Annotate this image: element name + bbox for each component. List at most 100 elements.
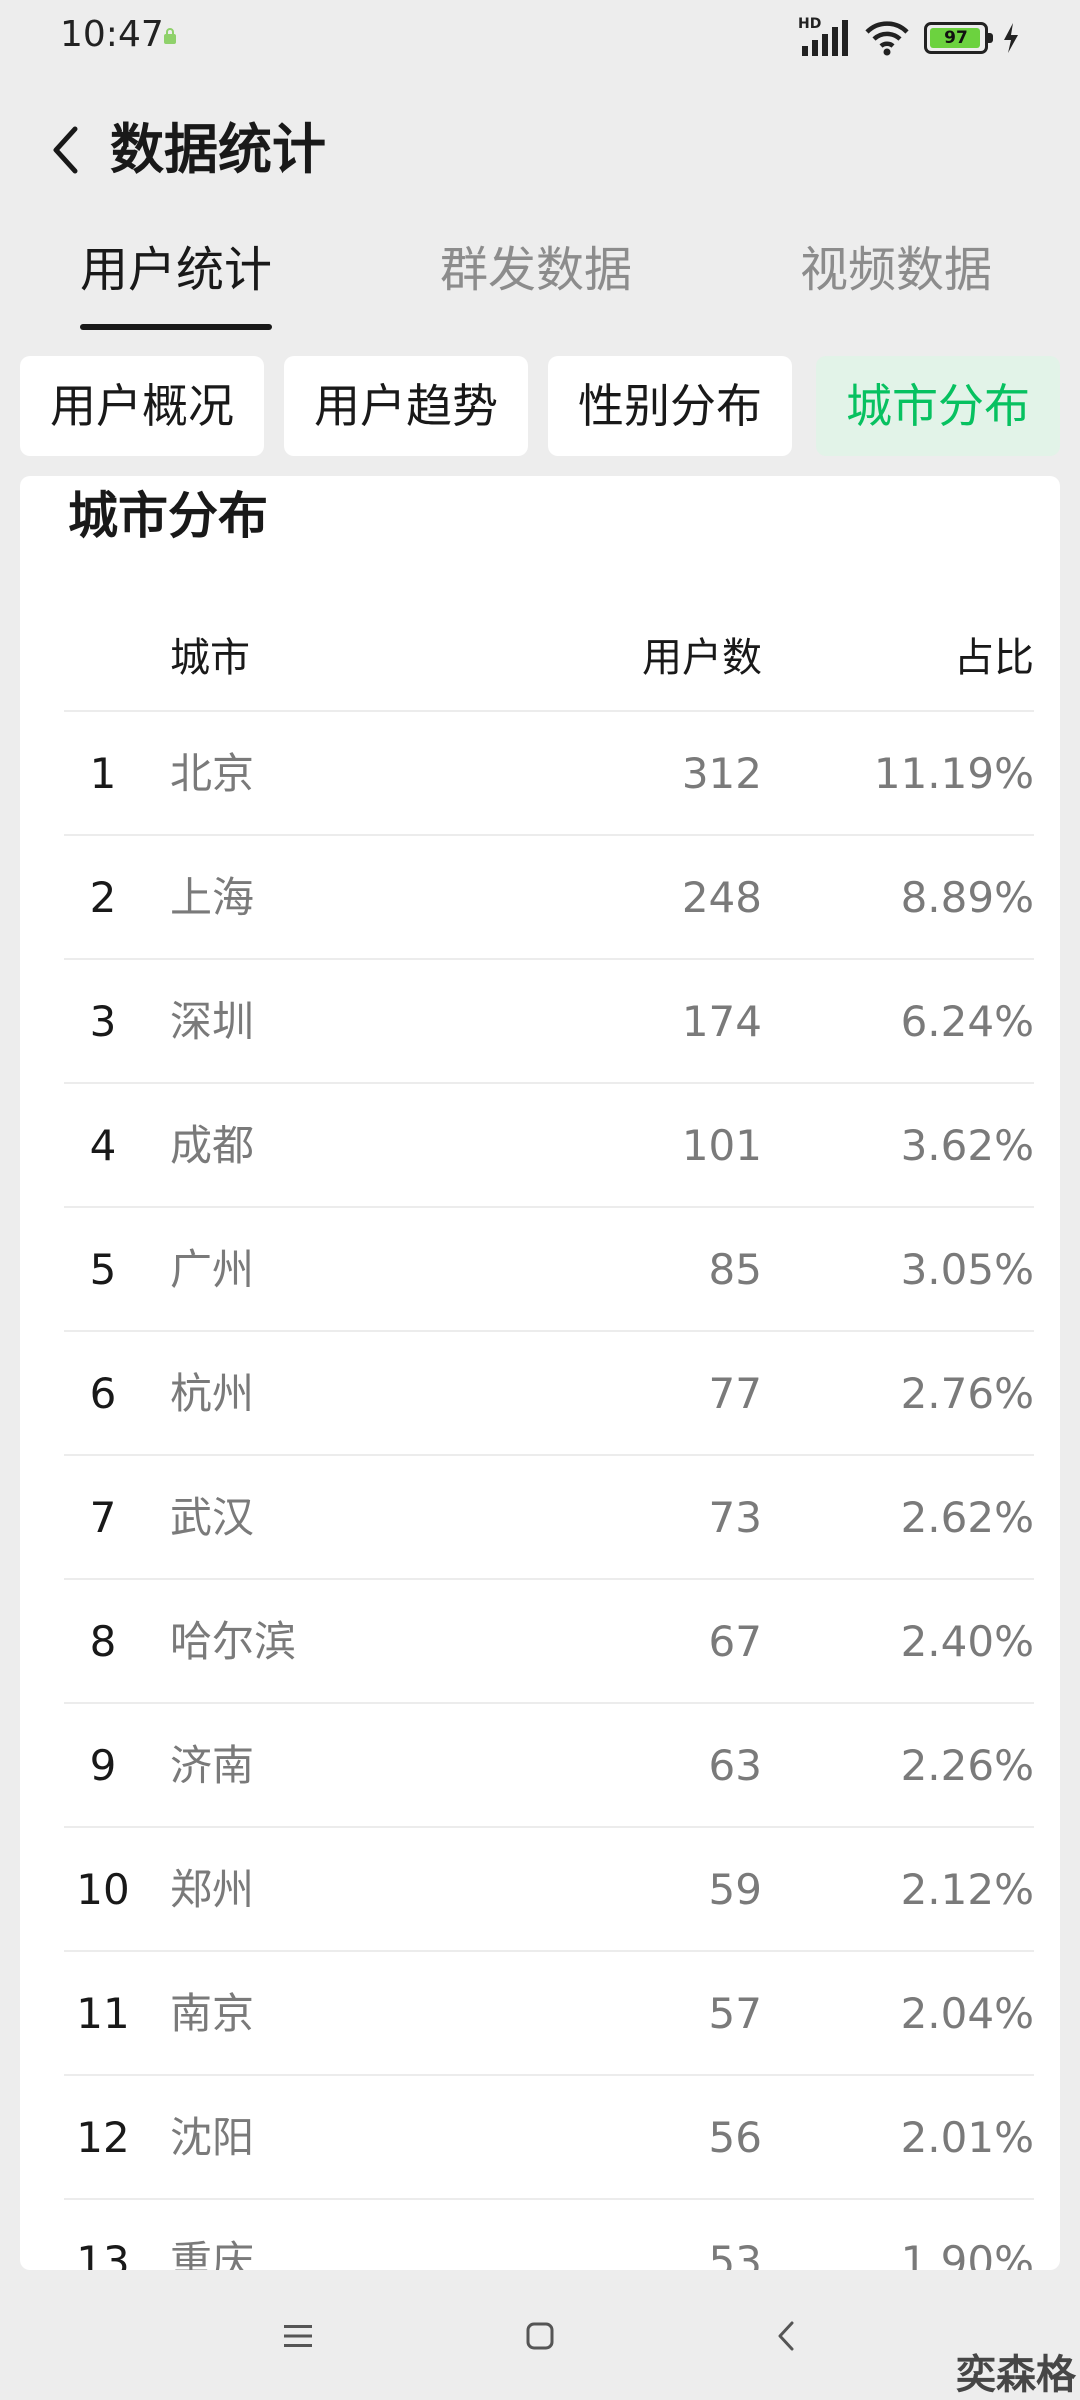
share-cell: 2.62% — [900, 1493, 1034, 1542]
share-cell: 11.19% — [873, 749, 1034, 798]
table-row: 11 南京 57 2.04% — [64, 1952, 1034, 2076]
city-cell: 杭州 — [170, 1369, 255, 1418]
cellular-signal-icon: HD — [798, 16, 850, 58]
rank-cell: 10 — [76, 1865, 130, 1914]
column-header-users: 用户数 — [642, 635, 762, 681]
share-cell: 3.05% — [900, 1245, 1034, 1294]
subtab-user-overview[interactable]: 用户概况 — [20, 356, 264, 456]
table-row: 7 武汉 73 2.62% — [64, 1456, 1034, 1580]
rank-cell: 5 — [89, 1245, 117, 1294]
table-row: 5 广州 85 3.05% — [64, 1208, 1034, 1332]
users-cell: 53 — [708, 2237, 762, 2270]
users-cell: 73 — [708, 1493, 762, 1542]
main-tabs: 用户统计 群发数据 视频数据 — [0, 240, 1080, 330]
city-cell: 北京 — [170, 749, 255, 798]
tab-label: 视频数据 — [800, 242, 993, 298]
home-button[interactable] — [510, 2306, 570, 2366]
share-cell: 8.89% — [900, 873, 1034, 922]
tab-video-data[interactable]: 视频数据 — [800, 240, 992, 300]
system-back-button[interactable] — [756, 2306, 816, 2366]
rank-cell: 11 — [76, 1989, 130, 2038]
table-row: 8 哈尔滨 67 2.40% — [64, 1580, 1034, 1704]
sub-tabs: 用户概况 用户趋势 性别分布 城市分布 — [20, 356, 1060, 456]
battery-level: 97 — [944, 28, 968, 48]
rank-cell: 2 — [89, 873, 117, 922]
city-cell: 郑州 — [170, 1865, 255, 1914]
tab-label: 群发数据 — [440, 242, 633, 298]
nav-bar: 数据统计 — [0, 100, 1080, 200]
subtab-gender-distribution[interactable]: 性别分布 — [548, 356, 792, 456]
status-time: 10:47 — [60, 14, 164, 55]
system-nav-bar: 奕森格 — [0, 2270, 1080, 2400]
status-icons: HD 97 — [798, 16, 1020, 60]
status-bar: 10:47 HD 97 — [0, 0, 1080, 80]
share-cell: 2.04% — [900, 1989, 1034, 2038]
users-cell: 67 — [708, 1617, 762, 1666]
users-cell: 56 — [708, 2113, 762, 2162]
table-row: 6 杭州 77 2.76% — [64, 1332, 1034, 1456]
city-cell: 济南 — [170, 1741, 255, 1790]
users-cell: 174 — [681, 997, 762, 1046]
city-cell: 沈阳 — [170, 2113, 255, 2162]
city-cell: 上海 — [170, 873, 255, 922]
rank-cell: 4 — [89, 1121, 117, 1170]
rank-cell: 8 — [89, 1617, 117, 1666]
subtab-user-trend[interactable]: 用户趋势 — [284, 356, 528, 456]
back-icon — [778, 2321, 794, 2351]
table-row: 1 北京 312 11.19% — [64, 712, 1034, 836]
rank-cell: 3 — [89, 997, 117, 1046]
subtab-city-distribution[interactable]: 城市分布 — [816, 356, 1060, 456]
share-cell: 2.40% — [900, 1617, 1034, 1666]
menu-icon — [284, 2325, 312, 2347]
share-cell: 1.90% — [900, 2237, 1034, 2270]
city-cell: 重庆 — [170, 2237, 255, 2270]
rank-cell: 6 — [89, 1369, 117, 1418]
share-cell: 2.01% — [900, 2113, 1034, 2162]
table-row: 4 成都 101 3.62% — [64, 1084, 1034, 1208]
menu-button[interactable] — [268, 2306, 328, 2366]
tab-mass-send-data[interactable]: 群发数据 — [440, 240, 632, 300]
users-cell: 63 — [708, 1741, 762, 1790]
city-cell: 哈尔滨 — [170, 1617, 297, 1666]
city-distribution-card: 城市分布 城市 用户数 占比 1 北京 312 11.19% 2 上海 248 8.89% 3 深… — [20, 476, 1060, 2270]
watermark: 奕森格 — [956, 2352, 1076, 2398]
page-title: 数据统计 — [110, 118, 326, 181]
users-cell: 312 — [681, 749, 762, 798]
column-header-city: 城市 — [170, 635, 250, 681]
rank-cell: 9 — [89, 1741, 117, 1790]
table-row: 10 郑州 59 2.12% — [64, 1828, 1034, 1952]
card-title: 城市分布 — [68, 487, 268, 545]
table-row: 2 上海 248 8.89% — [64, 836, 1034, 960]
share-cell: 2.76% — [900, 1369, 1034, 1418]
city-table: 1 北京 312 11.19% 2 上海 248 8.89% 3 深圳 174 6.24% 4 成都 101… — [64, 712, 1034, 2270]
wifi-icon — [865, 21, 909, 56]
active-tab-indicator — [80, 324, 273, 330]
table-row: 9 济南 63 2.26% — [64, 1704, 1034, 1828]
share-cell: 2.12% — [900, 1865, 1034, 1914]
rank-cell: 13 — [76, 2237, 130, 2270]
rank-cell: 12 — [76, 2113, 130, 2162]
rank-cell: 7 — [89, 1493, 117, 1542]
battery-icon: 97 — [924, 22, 993, 54]
users-cell: 77 — [708, 1369, 762, 1418]
table-row: 3 深圳 174 6.24% — [64, 960, 1034, 1084]
back-button[interactable] — [30, 114, 100, 186]
share-cell: 6.24% — [900, 997, 1034, 1046]
share-cell: 2.26% — [900, 1741, 1034, 1790]
column-header-share: 占比 — [954, 635, 1034, 681]
city-cell: 南京 — [170, 1989, 255, 2038]
tab-label: 用户统计 — [80, 242, 273, 298]
tab-user-stats[interactable]: 用户统计 — [80, 240, 273, 330]
users-cell: 57 — [708, 1989, 762, 2038]
users-cell: 59 — [708, 1865, 762, 1914]
home-icon — [526, 2322, 554, 2350]
city-cell: 广州 — [170, 1245, 255, 1294]
users-cell: 101 — [681, 1121, 762, 1170]
chevron-left-icon — [53, 126, 78, 174]
users-cell: 248 — [681, 873, 762, 922]
charging-icon — [1004, 23, 1018, 53]
table-row: 13 重庆 53 1.90% — [64, 2200, 1034, 2270]
users-cell: 85 — [708, 1245, 762, 1294]
lock-icon — [164, 28, 176, 44]
table-row: 12 沈阳 56 2.01% — [64, 2076, 1034, 2200]
